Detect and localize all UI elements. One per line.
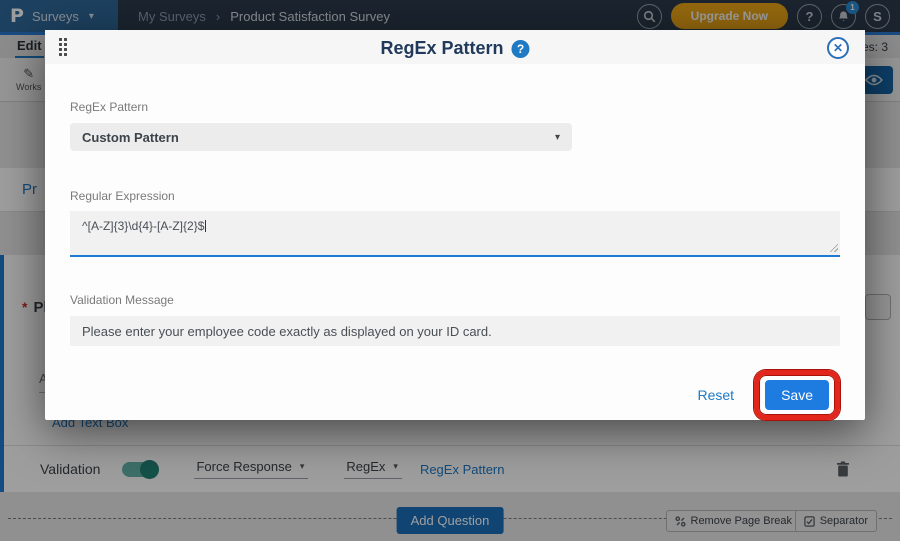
pattern-field-label: RegEx Pattern — [70, 100, 149, 114]
modal-body: RegEx Pattern Custom Pattern ▾ Regular E… — [45, 100, 865, 430]
reset-link[interactable]: Reset — [698, 387, 735, 403]
modal-header: RegEx Pattern ? ✕ — [45, 30, 865, 64]
red-highlight-annotation: Save — [754, 370, 840, 420]
pattern-selected-value: Custom Pattern — [82, 129, 179, 145]
validation-message-value: Please enter your employee code exactly … — [82, 323, 492, 339]
drag-handle-icon[interactable] — [59, 38, 67, 56]
regex-pattern-modal: RegEx Pattern ? ✕ RegEx Pattern Custom P… — [45, 30, 865, 420]
help-icon[interactable]: ? — [511, 39, 530, 58]
close-icon[interactable]: ✕ — [827, 37, 849, 59]
save-button[interactable]: Save — [765, 380, 829, 410]
chevron-down-icon: ▾ — [554, 131, 560, 143]
resize-grip-icon[interactable] — [829, 243, 838, 252]
expression-value: ^[A-Z]{3}\d{4}-[A-Z]{2}$ — [82, 219, 205, 233]
validation-message-input[interactable]: Please enter your employee code exactly … — [70, 316, 840, 346]
message-field-label: Validation Message — [70, 293, 174, 307]
expression-textarea[interactable]: ^[A-Z]{3}\d{4}-[A-Z]{2}$ — [70, 211, 840, 257]
modal-title-wrap: RegEx Pattern ? — [380, 38, 530, 59]
modal-actions: Reset Save — [70, 370, 840, 430]
pattern-select[interactable]: Custom Pattern ▾ — [70, 123, 572, 151]
text-cursor — [205, 220, 207, 232]
modal-title: RegEx Pattern — [380, 38, 504, 58]
expression-field-label: Regular Expression — [70, 189, 175, 203]
